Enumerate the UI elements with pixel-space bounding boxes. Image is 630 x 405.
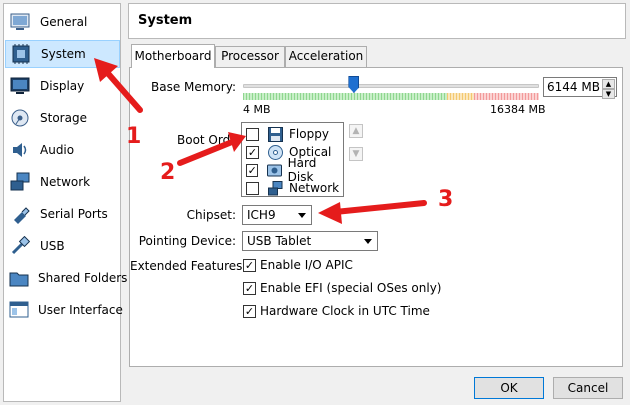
sidebar-item-label: User Interface (38, 303, 123, 317)
checkbox-label: Enable I/O APIC (260, 258, 353, 272)
sidebar-item-label: System (41, 47, 86, 61)
sidebar-item-label: Storage (40, 111, 87, 125)
cancel-button[interactable]: Cancel (553, 377, 623, 399)
system-icon (10, 43, 32, 65)
sidebar-item-usb[interactable]: USB (5, 232, 120, 260)
display-icon (9, 75, 31, 97)
spin-down-icon[interactable]: ▼ (602, 89, 615, 99)
boot-hard-disk-checkbox[interactable]: ✓ (246, 163, 259, 177)
move-up-button[interactable]: ▲ (349, 124, 363, 138)
boot-item-label: Floppy (289, 127, 329, 141)
base-memory-slider[interactable] (243, 84, 539, 88)
memory-min-label: 4 MB (243, 103, 271, 116)
pointing-device-select[interactable]: USB Tablet (242, 231, 378, 251)
shared-folders-icon (9, 267, 29, 289)
page-title: System (138, 13, 193, 28)
pointing-device-value: USB Tablet (247, 234, 312, 248)
annotation-callout-1: 1 (126, 124, 142, 149)
enable-io-apic-option[interactable]: ✓ Enable I/O APIC (243, 258, 353, 272)
base-memory-label: Base Memory: (150, 80, 236, 94)
tab-processor[interactable]: Processor (215, 46, 285, 67)
sidebar-item-label: Display (40, 79, 85, 93)
tab-acceleration[interactable]: Acceleration (285, 46, 367, 67)
checkbox-label: Enable EFI (special OSes only) (260, 281, 442, 295)
optical-disc-icon (267, 144, 283, 160)
sidebar-item-general[interactable]: General (5, 8, 120, 36)
move-down-button[interactable]: ▼ (349, 147, 363, 161)
audio-icon (9, 139, 31, 161)
chevron-down-icon (364, 239, 372, 244)
enable-efi-option[interactable]: ✓ Enable EFI (special OSes only) (243, 281, 441, 295)
sidebar-item-shared-folders[interactable]: Shared Folders (5, 264, 127, 292)
base-memory-input[interactable]: 6144 MB (547, 80, 600, 94)
sidebar-item-system[interactable]: System (5, 40, 120, 68)
usb-icon (9, 235, 31, 257)
network-icon (267, 180, 283, 196)
sidebar-item-label: Serial Ports (40, 207, 108, 221)
chipset-value: ICH9 (247, 208, 276, 222)
sidebar-item-storage[interactable]: Storage (5, 104, 120, 132)
hardware-clock-utc-checkbox[interactable]: ✓ (243, 304, 256, 318)
base-memory-spinbox[interactable]: 6144 MB ▲ ▼ (543, 77, 617, 99)
boot-order-list: Floppy ✓ Optical ✓ Hard Disk Network (241, 122, 344, 197)
sidebar-item-user-interface[interactable]: User Interface (5, 296, 123, 324)
sidebar-item-label: General (40, 15, 88, 29)
hard-disk-icon (266, 162, 282, 178)
boot-item-label: Network (289, 181, 340, 195)
memory-max-label: 16384 MB (490, 103, 546, 116)
sidebar-item-label: Network (40, 175, 91, 189)
annotation-callout-2: 2 (160, 160, 176, 185)
sidebar-item-display[interactable]: Display (5, 72, 120, 100)
enable-io-apic-checkbox[interactable]: ✓ (243, 258, 256, 272)
general-icon (9, 11, 31, 33)
annotation-callout-3: 3 (438, 187, 454, 212)
checkbox-label: Hardware Clock in UTC Time (260, 304, 430, 318)
ok-button[interactable]: OK (474, 377, 544, 399)
sidebar-item-network[interactable]: Network (5, 168, 120, 196)
boot-item-hard-disk[interactable]: ✓ Hard Disk (246, 156, 343, 184)
hardware-clock-utc-option[interactable]: ✓ Hardware Clock in UTC Time (243, 304, 430, 318)
sidebar-item-label: Shared Folders (38, 271, 128, 285)
spin-up-icon[interactable]: ▲ (602, 79, 615, 89)
network-icon (9, 171, 31, 193)
boot-item-network[interactable]: Network (246, 179, 339, 197)
chipset-label: Chipset: (186, 208, 236, 222)
enable-efi-checkbox[interactable]: ✓ (243, 281, 256, 295)
chipset-select[interactable]: ICH9 (242, 205, 312, 225)
user-interface-icon (9, 299, 29, 321)
serial-ports-icon (9, 203, 31, 225)
extended-features-label: Extended Features: (130, 259, 247, 273)
boot-optical-checkbox[interactable]: ✓ (246, 145, 259, 159)
pointing-device-label: Pointing Device: (138, 234, 236, 248)
boot-floppy-checkbox[interactable] (246, 127, 259, 141)
settings-sidebar: General System Display Storage Audio Net… (3, 3, 127, 402)
floppy-icon (267, 126, 283, 142)
page-header: System (128, 3, 626, 39)
sidebar-item-audio[interactable]: Audio (5, 136, 120, 164)
boot-order-label: Boot Orde (177, 133, 238, 147)
boot-network-checkbox[interactable] (246, 181, 259, 195)
sidebar-item-serial-ports[interactable]: Serial Ports (5, 200, 120, 228)
sidebar-item-label: Audio (40, 143, 75, 157)
chevron-down-icon (298, 213, 306, 218)
boot-item-floppy[interactable]: Floppy (246, 125, 329, 143)
base-memory-scale (243, 93, 539, 100)
sidebar-item-label: USB (40, 239, 65, 253)
storage-icon (9, 107, 31, 129)
tab-motherboard[interactable]: Motherboard (131, 44, 215, 68)
